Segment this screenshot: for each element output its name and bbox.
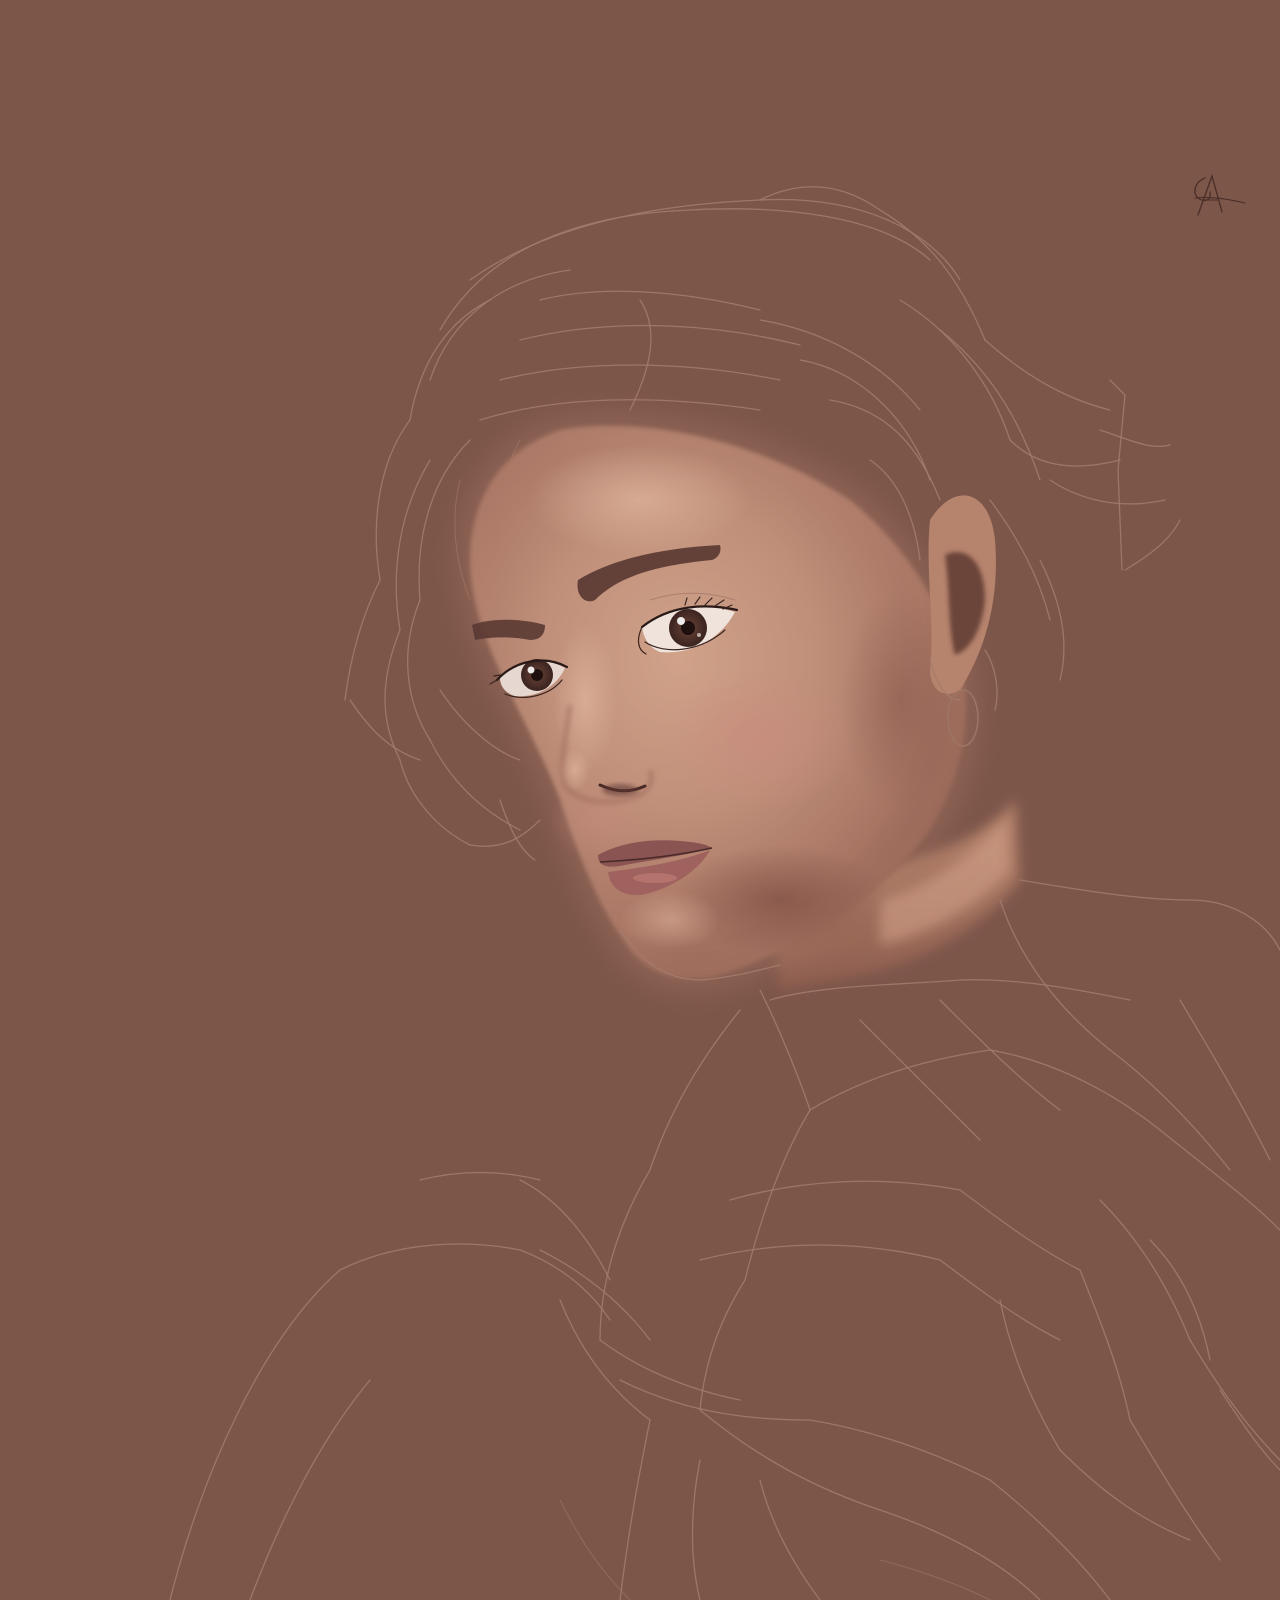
digital-portrait-painting (0, 0, 1280, 1600)
